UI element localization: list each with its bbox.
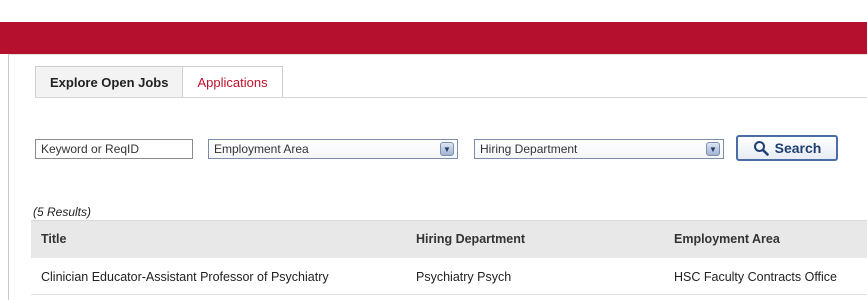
search-icon <box>753 141 769 156</box>
column-employment-area[interactable]: Employment Area <box>674 232 780 246</box>
row-title[interactable]: Clinician Educator-Assistant Professor o… <box>41 270 329 284</box>
chevron-down-icon[interactable]: ▼ <box>706 142 720 156</box>
chevron-down-icon[interactable]: ▼ <box>440 142 454 156</box>
search-button-label: Search <box>774 140 822 156</box>
keyword-placeholder: Keyword or ReqID <box>41 142 140 156</box>
results-count: (5 Results) <box>33 205 92 219</box>
row-hiring-department: Psychiatry Psych <box>416 270 512 284</box>
tab-explore-open-jobs[interactable]: Explore Open Jobs <box>35 66 184 98</box>
employment-area-value: Employment Area <box>214 142 309 156</box>
column-hiring-department[interactable]: Hiring Department <box>416 232 525 246</box>
table-row[interactable]: Clinician Educator-Assistant Professor o… <box>31 258 867 295</box>
top-spacer <box>0 0 867 22</box>
tab-applications[interactable]: Applications <box>182 66 283 98</box>
row-employment-area: HSC Faculty Contracts Office <box>674 270 838 284</box>
tab-bar: Explore Open Jobs Applications <box>35 66 283 98</box>
results-table-header: Title Hiring Department Employment Area <box>31 220 867 259</box>
header-banner <box>0 22 867 54</box>
hiring-department-select[interactable]: Hiring Department ▼ <box>474 139 724 159</box>
keyword-input[interactable]: Keyword or ReqID <box>35 139 193 159</box>
employment-area-select[interactable]: Employment Area ▼ <box>208 139 458 159</box>
search-button[interactable]: Search <box>736 135 838 161</box>
jobs-panel: Explore Open Jobs Applications Keyword o… <box>8 54 867 300</box>
tab-divider <box>35 97 867 98</box>
column-title[interactable]: Title <box>41 232 66 246</box>
hiring-department-value: Hiring Department <box>480 142 578 156</box>
